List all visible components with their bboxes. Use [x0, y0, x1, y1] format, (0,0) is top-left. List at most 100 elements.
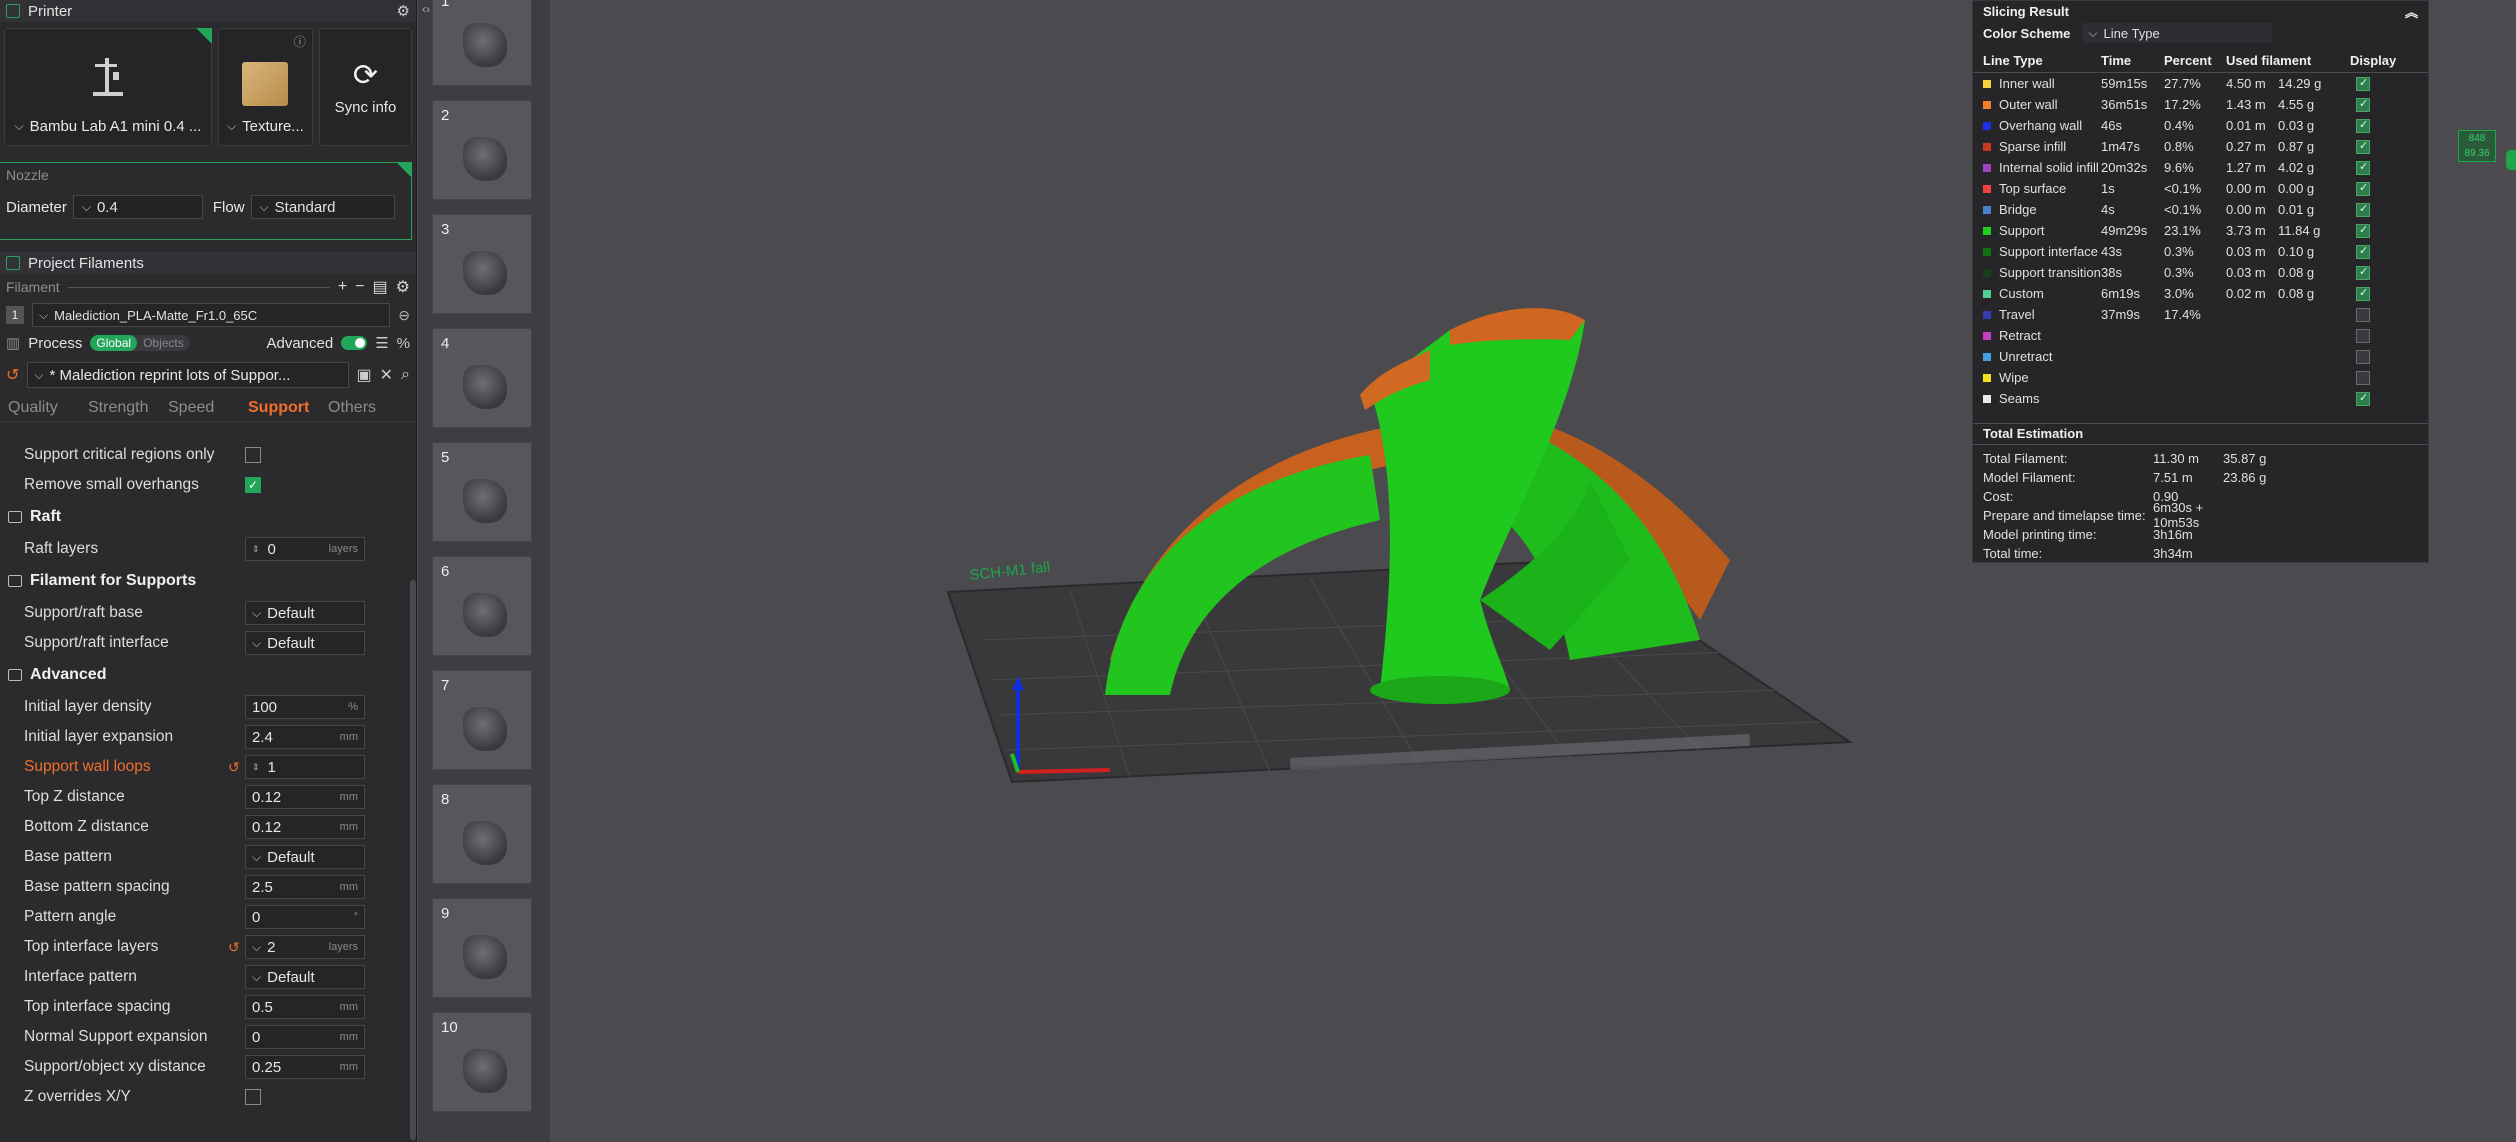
plate-thumbnail[interactable]: 10 — [432, 1012, 532, 1112]
save-icon[interactable]: ▣ — [357, 365, 372, 385]
support-critical-checkbox[interactable] — [245, 447, 261, 463]
color-scheme-select[interactable]: ⌵ Line Type — [2082, 23, 2273, 43]
advanced-toggle[interactable] — [341, 336, 368, 350]
stepper-icon[interactable]: ⇕ — [252, 762, 260, 773]
plate-thumbnail[interactable]: 5 — [432, 442, 532, 542]
plate-thumbnail[interactable]: 8 — [432, 784, 532, 884]
add-filament-icon[interactable]: + — [338, 278, 347, 296]
display-checkbox[interactable] — [2356, 223, 2370, 238]
tab-strength[interactable]: Strength — [88, 399, 168, 417]
display-checkbox[interactable] — [2356, 244, 2370, 259]
setting-value: 0 — [252, 1028, 261, 1046]
filament-edit-icon[interactable]: ▤ — [373, 277, 388, 297]
line-percent: <0.1% — [2164, 180, 2202, 196]
display-cell — [2350, 94, 2428, 115]
display-checkbox[interactable] — [2356, 349, 2370, 364]
display-checkbox[interactable] — [2356, 118, 2370, 133]
color-scheme-row: Color Scheme ⌵ Line Type — [1973, 21, 2428, 45]
search-icon[interactable]: ⌕ — [401, 366, 410, 384]
tab-quality[interactable]: Quality — [8, 399, 88, 417]
layer-indicator[interactable]: 848 89.36 — [2458, 130, 2496, 162]
plate-type-card[interactable]: ⓘ ⌵ Texture... — [217, 28, 313, 146]
line-color-swatch — [1983, 353, 1991, 362]
z-overrides-checkbox[interactable] — [245, 1089, 261, 1105]
filament-settings-icon[interactable]: ⚙ — [396, 277, 410, 297]
line-used: 1.27 m 4.02 g — [2226, 157, 2350, 178]
line-percent: 17.4% — [2164, 306, 2201, 322]
filament-remove-icon[interactable]: ⊖ — [398, 307, 410, 324]
setting-input[interactable]: ⌵ Default — [245, 965, 365, 989]
display-checkbox[interactable] — [2356, 370, 2370, 385]
display-checkbox[interactable] — [2356, 286, 2370, 301]
plate-thumbnail[interactable]: 1 — [432, 0, 532, 86]
plate-thumbnail[interactable]: 3 — [432, 214, 532, 314]
display-checkbox[interactable] — [2356, 160, 2370, 175]
plate-thumbnail[interactable]: 4 — [432, 328, 532, 428]
setting-input[interactable]: ⌵ 2 layers — [245, 935, 365, 959]
filament-select[interactable]: ⌵ Malediction_PLA-Matte_Fr1.0_65C — [32, 303, 391, 327]
setting-row: Raft layers ⇕ 0 layers — [0, 534, 400, 564]
line-type-name: Retract — [1999, 327, 2041, 343]
display-checkbox[interactable] — [2356, 76, 2370, 92]
display-checkbox[interactable] — [2356, 328, 2370, 343]
gear-icon[interactable]: ⚙ — [397, 2, 410, 20]
process-preset-select[interactable]: ⌵ * Malediction reprint lots of Suppor..… — [27, 362, 349, 388]
remove-filament-icon[interactable]: − — [355, 278, 364, 296]
display-checkbox[interactable] — [2356, 265, 2370, 280]
display-checkbox[interactable] — [2356, 202, 2370, 217]
list-icon[interactable]: ☰ — [375, 334, 388, 352]
remove-small-overhangs-checkbox[interactable]: ✓ — [245, 477, 261, 493]
stepper-icon[interactable]: ⇕ — [252, 544, 260, 555]
collapse-icon[interactable]: ︽ — [2405, 2, 2418, 21]
display-checkbox[interactable] — [2356, 307, 2370, 322]
display-checkbox[interactable] — [2356, 181, 2370, 196]
line-type-row: Top surface 1s <0.1% 0.00 m 0.00 g — [1973, 178, 2428, 199]
layer-slider-handle[interactable] — [2506, 150, 2516, 170]
flow-select[interactable]: ⌵ Standard — [250, 195, 395, 219]
setting-input[interactable]: ⌵ Default — [245, 845, 365, 869]
display-checkbox[interactable] — [2356, 391, 2370, 406]
reset-icon[interactable]: ↺ — [228, 759, 240, 776]
setting-label: Base pattern — [24, 848, 112, 865]
sidebar-scrollbar[interactable] — [410, 580, 416, 1140]
info-icon[interactable]: ⓘ — [294, 33, 306, 50]
raft-interface-select[interactable]: ⌵ Default — [245, 631, 365, 655]
scope-global[interactable]: Global — [90, 335, 138, 351]
slicing-result-header: Slicing Result ︽ — [1973, 1, 2428, 21]
scope-objects[interactable]: Objects — [137, 335, 190, 351]
setting-unit: mm — [339, 791, 358, 803]
process-scope-switch[interactable]: Global Objects — [90, 335, 190, 351]
setting-input[interactable]: 0.5 mm — [245, 995, 365, 1019]
percent-icon[interactable]: % — [397, 335, 410, 352]
plate-thumbnail[interactable]: 7 — [432, 670, 532, 770]
printer-machine-card[interactable]: ⌵ Bambu Lab A1 mini 0.4 ... — [4, 28, 212, 146]
plate-thumbnail[interactable]: 2 — [432, 100, 532, 200]
setting-input[interactable]: 2.4 mm — [245, 725, 365, 749]
tab-speed[interactable]: Speed — [168, 399, 248, 417]
raft-base-select[interactable]: ⌵ Default — [245, 601, 365, 625]
plate-thumbnail[interactable]: 6 — [432, 556, 532, 656]
display-checkbox[interactable] — [2356, 139, 2370, 154]
filament-item: 1 ⌵ Malediction_PLA-Matte_Fr1.0_65C ⊖ — [0, 300, 416, 330]
used-meters: 4.50 m — [2226, 75, 2266, 91]
tab-support[interactable]: Support — [248, 399, 328, 417]
setting-input[interactable]: ⇕ 1 — [245, 755, 365, 779]
diameter-value: 0.4 — [96, 198, 118, 216]
plate-thumbnail[interactable]: 9 — [432, 898, 532, 998]
setting-input[interactable]: 2.5 mm — [245, 875, 365, 899]
setting-input[interactable]: 100% — [245, 695, 365, 719]
display-checkbox[interactable] — [2356, 97, 2370, 112]
diameter-select[interactable]: ⌵ 0.4 — [72, 195, 203, 219]
reset-icon[interactable]: ↺ — [6, 365, 19, 385]
tab-others[interactable]: Others — [328, 399, 408, 417]
setting-input[interactable]: 0 mm — [245, 1025, 365, 1049]
reset-icon[interactable]: ↺ — [228, 939, 240, 956]
setting-input[interactable]: 0.12 mm — [245, 785, 365, 809]
setting-input[interactable]: 0.12 mm — [245, 815, 365, 839]
close-icon[interactable]: ✕ — [380, 365, 393, 385]
setting-unit: % — [348, 701, 358, 713]
setting-input[interactable]: 0 ° — [245, 905, 365, 929]
raft-layers-input[interactable]: ⇕ 0 layers — [245, 537, 365, 561]
sync-info-button[interactable]: ⟳ Sync info — [318, 28, 412, 146]
setting-input[interactable]: 0.25 mm — [245, 1055, 365, 1079]
